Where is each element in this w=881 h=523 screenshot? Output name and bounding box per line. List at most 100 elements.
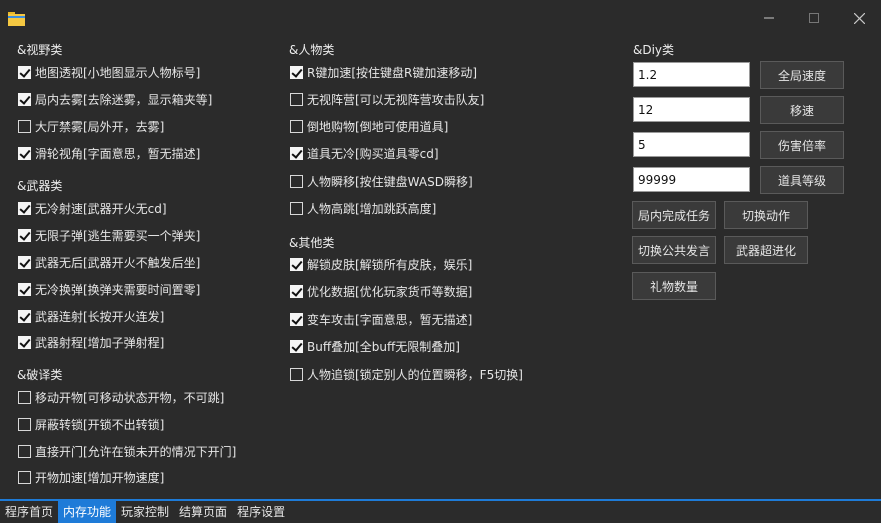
checkbox-label: 局内去雾[去除迷雾，显示箱夹等] — [35, 92, 213, 107]
tab-home[interactable]: 程序首页 — [0, 501, 58, 523]
item-level-button[interactable]: 道具等级 — [760, 166, 844, 194]
checkbox-buff-stack[interactable]: Buff叠加[全buff无限制叠加] — [290, 337, 460, 355]
checkbox-move-open[interactable]: 移动开物[可移动状态开物，不可跳] — [18, 388, 224, 406]
close-icon — [853, 12, 865, 24]
checkbox-box[interactable] — [290, 367, 303, 381]
checkbox-ignore-faction[interactable]: 无视阵营[可以无视阵营攻击队友] — [290, 90, 484, 108]
maximize-icon — [809, 13, 819, 23]
switch-action-button[interactable]: 切换动作 — [724, 201, 808, 229]
checkbox-label: 人物瞬移[按住键盘WASD瞬移] — [307, 174, 473, 189]
checkbox-box[interactable] — [290, 201, 303, 215]
checkbox-box[interactable] — [290, 65, 303, 79]
checkbox-box[interactable] — [290, 257, 303, 271]
tab-settlement[interactable]: 结算页面 — [174, 501, 232, 523]
checkbox-box[interactable] — [18, 417, 31, 431]
checkbox-label: 变车攻击[字面意思，暂无描述] — [307, 312, 473, 327]
move-speed-input[interactable] — [633, 97, 750, 122]
minimize-icon — [764, 17, 774, 19]
checkbox-box[interactable] — [18, 444, 31, 458]
section-title-weapon: &武器类 — [17, 179, 63, 193]
checkbox-box[interactable] — [290, 92, 303, 106]
checkbox-ingame-defog[interactable]: 局内去雾[去除迷雾，显示箱夹等] — [18, 90, 212, 108]
switch-public-chat-button[interactable]: 切换公共发言 — [632, 236, 716, 264]
checkbox-box[interactable] — [18, 470, 31, 484]
checkbox-box[interactable] — [290, 339, 303, 353]
checkbox-box[interactable] — [290, 119, 303, 133]
checkbox-box[interactable] — [290, 312, 303, 326]
checkbox-teleport[interactable]: 人物瞬移[按住键盘WASD瞬移] — [290, 172, 473, 190]
checkbox-vehicle-attack[interactable]: 变车攻击[字面意思，暂无描述] — [290, 310, 472, 328]
checkbox-unlock-skins[interactable]: 解锁皮肤[解锁所有皮肤，娱乐] — [290, 255, 472, 273]
checkbox-map-xray[interactable]: 地图透视[小地图显示人物标号] — [18, 63, 200, 81]
checkbox-auto-fire[interactable]: 武器连射[长按开火连发] — [18, 307, 164, 325]
folder-icon — [8, 12, 25, 26]
checkbox-high-jump[interactable]: 人物高跳[增加跳跃高度] — [290, 199, 436, 217]
checkbox-label: 武器射程[增加子弹射程] — [35, 335, 165, 350]
section-title-other: &其他类 — [289, 236, 335, 250]
checkbox-box[interactable] — [18, 92, 31, 106]
weapon-evolve-button[interactable]: 武器超进化 — [724, 236, 808, 264]
checkbox-box[interactable] — [290, 146, 303, 160]
checkbox-no-recoil[interactable]: 武器无后[武器开火不触发后坐] — [18, 253, 200, 271]
checkbox-label: 人物追锁[锁定别人的位置瞬移，F5切换] — [307, 367, 523, 382]
checkbox-box[interactable] — [18, 201, 31, 215]
move-speed-button[interactable]: 移速 — [760, 96, 844, 124]
finish-task-button[interactable]: 局内完成任务 — [632, 201, 716, 229]
checkbox-open-speedup[interactable]: 开物加速[增加开物速度] — [18, 468, 164, 486]
checkbox-label: 解锁皮肤[解锁所有皮肤，娱乐] — [307, 257, 473, 272]
checkbox-lobby-nofog[interactable]: 大厅禁雾[局外开，去雾] — [18, 117, 164, 135]
tab-memory-functions[interactable]: 内存功能 — [58, 501, 117, 523]
checkbox-label: 滑轮视角[字面意思，暂无描述] — [35, 146, 201, 161]
checkbox-box[interactable] — [290, 284, 303, 298]
title-bar — [0, 0, 881, 36]
checkbox-label: 屏蔽转锁[开锁不出转锁] — [35, 417, 165, 432]
checkbox-label: 倒地购物[倒地可使用道具] — [307, 119, 449, 134]
damage-multiplier-input[interactable] — [633, 132, 750, 157]
checkbox-weapon-range[interactable]: 武器射程[增加子弹射程] — [18, 333, 164, 351]
global-speed-button[interactable]: 全局速度 — [760, 61, 844, 89]
global-speed-input[interactable] — [633, 62, 750, 87]
checkbox-r-speed[interactable]: R键加速[按住键盘R键加速移动] — [290, 63, 477, 81]
memory-functions-panel: &视野类 地图透视[小地图显示人物标号] 局内去雾[去除迷雾，显示箱夹等] 大厅… — [0, 36, 881, 499]
checkbox-label: 武器连射[长按开火连发] — [35, 309, 165, 324]
checkbox-box[interactable] — [18, 65, 31, 79]
checkbox-direct-open-door[interactable]: 直接开门[允许在锁未开的情况下开门] — [18, 442, 236, 460]
checkbox-label: 道具无冷[购买道具零cd] — [307, 146, 439, 161]
checkbox-box[interactable] — [290, 174, 303, 188]
checkbox-label: 人物高跳[增加跳跃高度] — [307, 201, 437, 216]
item-level-input[interactable] — [633, 167, 750, 192]
checkbox-label: 大厅禁雾[局外开，去雾] — [35, 119, 165, 134]
checkbox-box[interactable] — [18, 146, 31, 160]
checkbox-box[interactable] — [18, 309, 31, 323]
checkbox-optimize-data[interactable]: 优化数据[优化玩家货币等数据] — [290, 282, 472, 300]
checkbox-box[interactable] — [18, 119, 31, 133]
checkbox-label: 无冷射速[武器开火无cd] — [35, 201, 167, 216]
damage-multiplier-button[interactable]: 伤害倍率 — [760, 131, 844, 159]
checkbox-box[interactable] — [18, 335, 31, 349]
checkbox-instant-reload[interactable]: 无冷换弹[换弹夹需要时间置零] — [18, 280, 200, 298]
checkbox-label: 无视阵营[可以无视阵营攻击队友] — [307, 92, 485, 107]
checkbox-item-no-cd[interactable]: 道具无冷[购买道具零cd] — [290, 144, 439, 162]
section-title-diy: &Diy类 — [633, 43, 675, 57]
checkbox-label: 直接开门[允许在锁未开的情况下开门] — [35, 444, 237, 459]
gift-count-button[interactable]: 礼物数量 — [632, 272, 716, 300]
checkbox-label: 开物加速[增加开物速度] — [35, 470, 165, 485]
checkbox-player-track[interactable]: 人物追锁[锁定别人的位置瞬移，F5切换] — [290, 365, 523, 383]
checkbox-wheel-view[interactable]: 滑轮视角[字面意思，暂无描述] — [18, 144, 200, 162]
checkbox-block-lock-spin[interactable]: 屏蔽转锁[开锁不出转锁] — [18, 415, 164, 433]
checkbox-infinite-ammo[interactable]: 无限子弹[逃生需要买一个弹夹] — [18, 226, 200, 244]
checkbox-label: 优化数据[优化玩家货币等数据] — [307, 284, 473, 299]
checkbox-box[interactable] — [18, 228, 31, 242]
checkbox-label: 地图透视[小地图显示人物标号] — [35, 65, 201, 80]
checkbox-box[interactable] — [18, 390, 31, 404]
checkbox-no-cd-fire[interactable]: 无冷射速[武器开火无cd] — [18, 199, 167, 217]
minimize-button[interactable] — [747, 0, 791, 36]
checkbox-box[interactable] — [18, 282, 31, 296]
section-title-character: &人物类 — [289, 43, 335, 57]
close-button[interactable] — [837, 0, 881, 36]
checkbox-box[interactable] — [18, 255, 31, 269]
tab-program-settings[interactable]: 程序设置 — [232, 501, 290, 523]
checkbox-downed-shop[interactable]: 倒地购物[倒地可使用道具] — [290, 117, 448, 135]
maximize-button[interactable] — [792, 0, 836, 36]
tab-player-control[interactable]: 玩家控制 — [116, 501, 174, 523]
